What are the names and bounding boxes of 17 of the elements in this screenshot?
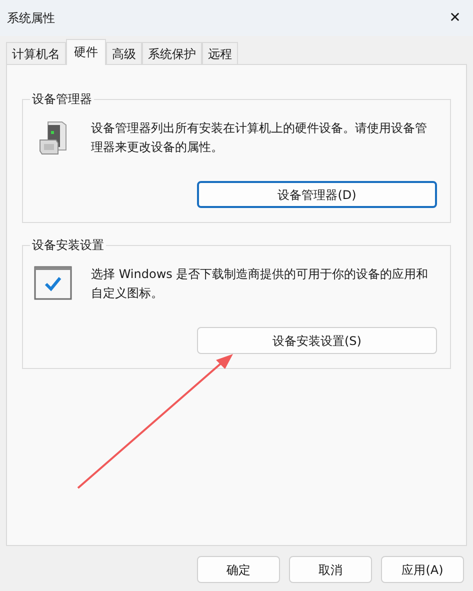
tab[interactable]: 远程 xyxy=(202,42,238,64)
tab[interactable]: 高级 xyxy=(106,42,142,64)
group-description: 选择 Windows 是否下载制造商提供的可用于你的设备的应用和自定义图标。 xyxy=(91,266,430,302)
window-title: 系统属性 xyxy=(7,10,55,27)
dialog-button[interactable]: 取消 xyxy=(289,556,372,583)
hardware-icon xyxy=(38,120,68,156)
tab[interactable]: 计算机名 xyxy=(6,42,66,64)
checkmark-window-icon xyxy=(34,266,72,300)
dialog-button[interactable]: 应用(A) xyxy=(381,556,464,583)
group-description: 设备管理器列出所有安装在计算机上的硬件设备。请使用设备管理器来更改设备的属性。 xyxy=(91,120,428,156)
action-button[interactable]: 设备安装设置(S) xyxy=(197,327,437,354)
tab[interactable]: 硬件 xyxy=(66,39,106,65)
dialog-button[interactable]: 确定 xyxy=(197,556,280,583)
close-button[interactable]: ✕ xyxy=(443,6,467,30)
tab[interactable]: 系统保护 xyxy=(142,42,202,64)
action-button[interactable]: 设备管理器(D) xyxy=(197,181,437,208)
group-title: 设备安装设置 xyxy=(30,236,106,254)
